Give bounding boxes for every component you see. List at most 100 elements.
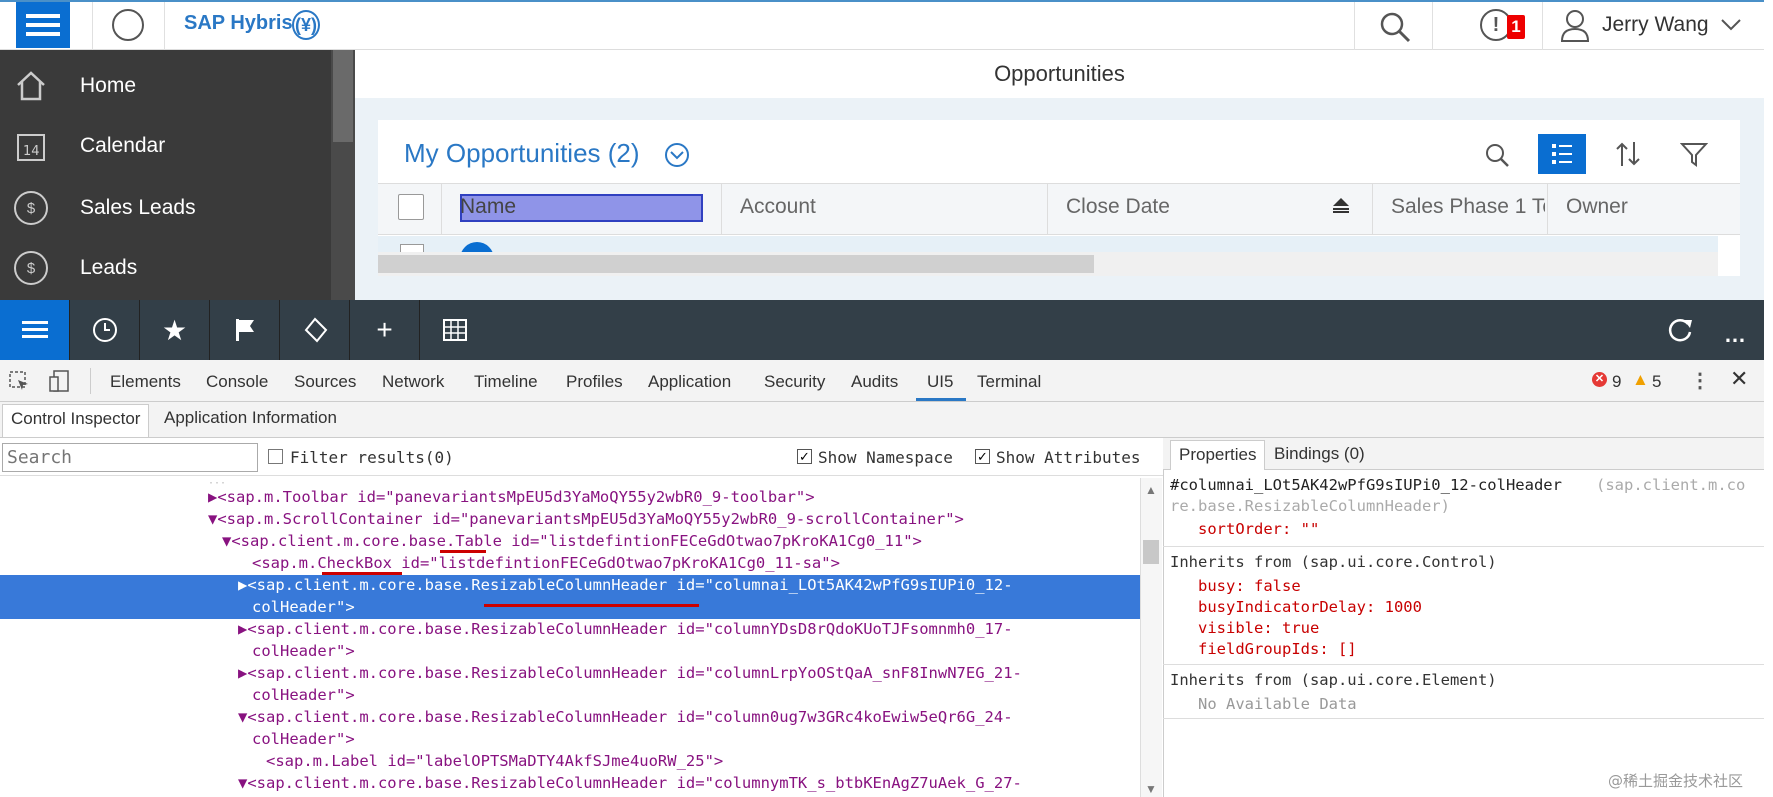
sort-ascending-icon[interactable] (1331, 196, 1351, 214)
column-header-sales-phase[interactable]: Sales Phase 1 To (1391, 195, 1545, 219)
tree-node[interactable]: ▶<sap.client.m.core.base.ResizableColumn… (238, 664, 1022, 682)
inspect-element-icon[interactable] (8, 370, 30, 392)
property-visible[interactable]: visible: true (1198, 619, 1319, 637)
sidebar-scroll-thumb[interactable] (333, 50, 353, 142)
column-divider (1047, 183, 1048, 235)
notification-badge: 1 (1507, 15, 1525, 39)
property-sort-order[interactable]: sortOrder: "" (1198, 520, 1319, 538)
tab-bindings[interactable]: Bindings (0) (1274, 444, 1365, 464)
property-field-group-ids[interactable]: fieldGroupIds: [] (1198, 640, 1357, 658)
sidebar-item-calendar[interactable]: 14 Calendar (14, 118, 165, 174)
property-busy-indicator-delay[interactable]: busyIndicatorDelay: 1000 (1198, 598, 1422, 616)
select-all-checkbox[interactable] (398, 194, 424, 220)
column-header-close-date[interactable]: Close Date (1066, 195, 1170, 219)
search-icon[interactable] (1378, 10, 1412, 44)
sidebar-item-label: Home (80, 74, 137, 97)
page-title: Opportunities (355, 50, 1764, 98)
filter-checkbox[interactable] (268, 449, 283, 464)
plus-icon: + (376, 314, 393, 345)
show-namespace-checkbox[interactable]: ✓ (797, 449, 812, 464)
user-name[interactable]: Jerry Wang (1602, 13, 1709, 37)
annotation-underline (322, 572, 402, 575)
tree-scroll-thumb[interactable] (1143, 540, 1159, 564)
tree-node[interactable]: ▼<sap.m.ScrollContainer id="panevariants… (208, 510, 964, 528)
card-title: My Opportunities (2) (404, 138, 640, 168)
star-icon: ★ (161, 314, 188, 346)
sidebar-item-home[interactable]: Home (14, 58, 136, 114)
column-header-owner[interactable]: Owner (1566, 195, 1628, 219)
tree-node[interactable]: <sap.m.CheckBox id="listdefintionFECeGdO… (252, 554, 840, 572)
error-count[interactable]: 9 (1612, 372, 1621, 392)
user-icon[interactable] (1560, 9, 1590, 43)
tree-node-selected-cont[interactable]: colHeader"> (252, 598, 355, 616)
sidebar-item-leads[interactable]: $ Leads (14, 240, 137, 296)
flag-button[interactable] (210, 300, 280, 360)
annotation-underline (484, 604, 699, 607)
tab-profiles[interactable]: Profiles (566, 372, 623, 392)
tab-elements[interactable]: Elements (110, 372, 181, 392)
horizontal-scroll-thumb[interactable] (378, 255, 1094, 273)
tab-sources[interactable]: Sources (294, 372, 356, 392)
add-button[interactable]: + (350, 300, 420, 360)
recent-button[interactable] (70, 300, 140, 360)
column-header-account[interactable]: Account (740, 195, 816, 219)
tree-scrollbar[interactable] (1140, 478, 1162, 797)
inherits-element-heading: Inherits from (sap.ui.core.Element) (1170, 671, 1497, 689)
tab-timeline[interactable]: Timeline (474, 372, 538, 392)
table-row[interactable] (378, 236, 1718, 252)
show-attributes-checkbox[interactable]: ✓ (975, 449, 990, 464)
close-icon[interactable]: ✕ (1730, 366, 1748, 392)
tree-node[interactable]: ▶<sap.m.Toolbar id="panevariantsMpEU5d3Y… (208, 488, 815, 506)
tree-node[interactable]: <sap.m.Label id="labelOPTSMaDTY4AkfSJme4… (266, 752, 723, 770)
tree-node[interactable]: ▼<sap.client.m.core.base.ResizableColumn… (238, 708, 1013, 726)
search-icon[interactable] (1484, 142, 1510, 168)
chevron-down-icon[interactable] (1720, 18, 1742, 32)
more-options-icon[interactable]: ⋮ (1690, 368, 1710, 393)
divider (164, 2, 165, 50)
column-divider (721, 183, 722, 235)
error-icon[interactable]: ✕ (1592, 372, 1607, 387)
divider (1354, 2, 1355, 50)
tab-terminal[interactable]: Terminal (977, 372, 1041, 392)
search-input[interactable] (2, 443, 258, 472)
tree-node[interactable]: ▼<sap.client.m.core.base.Table id="listd… (222, 532, 922, 550)
tab-application[interactable]: Application (648, 372, 731, 392)
warning-count[interactable]: 5 (1652, 372, 1661, 392)
row-checkbox[interactable] (400, 244, 424, 252)
clock-icon (92, 318, 117, 342)
sort-icon[interactable] (1614, 140, 1642, 168)
compass-icon[interactable] (112, 9, 144, 41)
hamburger-menu-button[interactable] (16, 2, 70, 48)
tree-node-selected[interactable]: ▶<sap.client.m.core.base.ResizableColumn… (238, 576, 1013, 594)
menu-button[interactable] (0, 300, 70, 360)
tree-node: ··· (208, 478, 227, 488)
tab-console[interactable]: Console (206, 372, 268, 392)
column-header-name[interactable]: Name (460, 195, 516, 219)
dropdown-circle-icon[interactable] (664, 142, 690, 168)
menu-icon (21, 321, 48, 338)
tab-audits[interactable]: Audits (851, 372, 898, 392)
tree-node[interactable]: ▼<sap.client.m.core.base.ResizableColumn… (238, 774, 1022, 792)
warning-icon[interactable]: ▲ (1632, 370, 1649, 390)
sidebar-item-sales-leads[interactable]: $ Sales Leads (14, 180, 196, 236)
more-icon[interactable]: … (1724, 322, 1746, 348)
tab-ui5[interactable]: UI5 (927, 372, 953, 392)
scroll-down-icon[interactable]: ▼ (1145, 782, 1157, 796)
tab-control-inspector[interactable]: Control Inspector (2, 404, 150, 437)
tag-button[interactable] (280, 300, 350, 360)
tab-application-information[interactable]: Application Information (156, 404, 345, 437)
scroll-up-icon[interactable]: ▲ (1145, 483, 1157, 497)
svg-text:14: 14 (23, 144, 40, 159)
tab-network[interactable]: Network (382, 372, 444, 392)
property-busy[interactable]: busy: false (1198, 577, 1301, 595)
device-mode-icon[interactable] (48, 369, 70, 393)
tab-security[interactable]: Security (764, 372, 825, 392)
tree-node[interactable]: ▶<sap.client.m.core.base.ResizableColumn… (238, 620, 1013, 638)
refresh-icon[interactable] (1666, 316, 1694, 344)
favorites-button[interactable]: ★ (140, 300, 210, 360)
tab-properties[interactable]: Properties (1170, 440, 1266, 470)
flag-icon (235, 319, 254, 341)
filter-icon[interactable] (1680, 140, 1708, 168)
list-view-button[interactable] (1538, 134, 1586, 174)
calculator-button[interactable] (420, 300, 490, 360)
